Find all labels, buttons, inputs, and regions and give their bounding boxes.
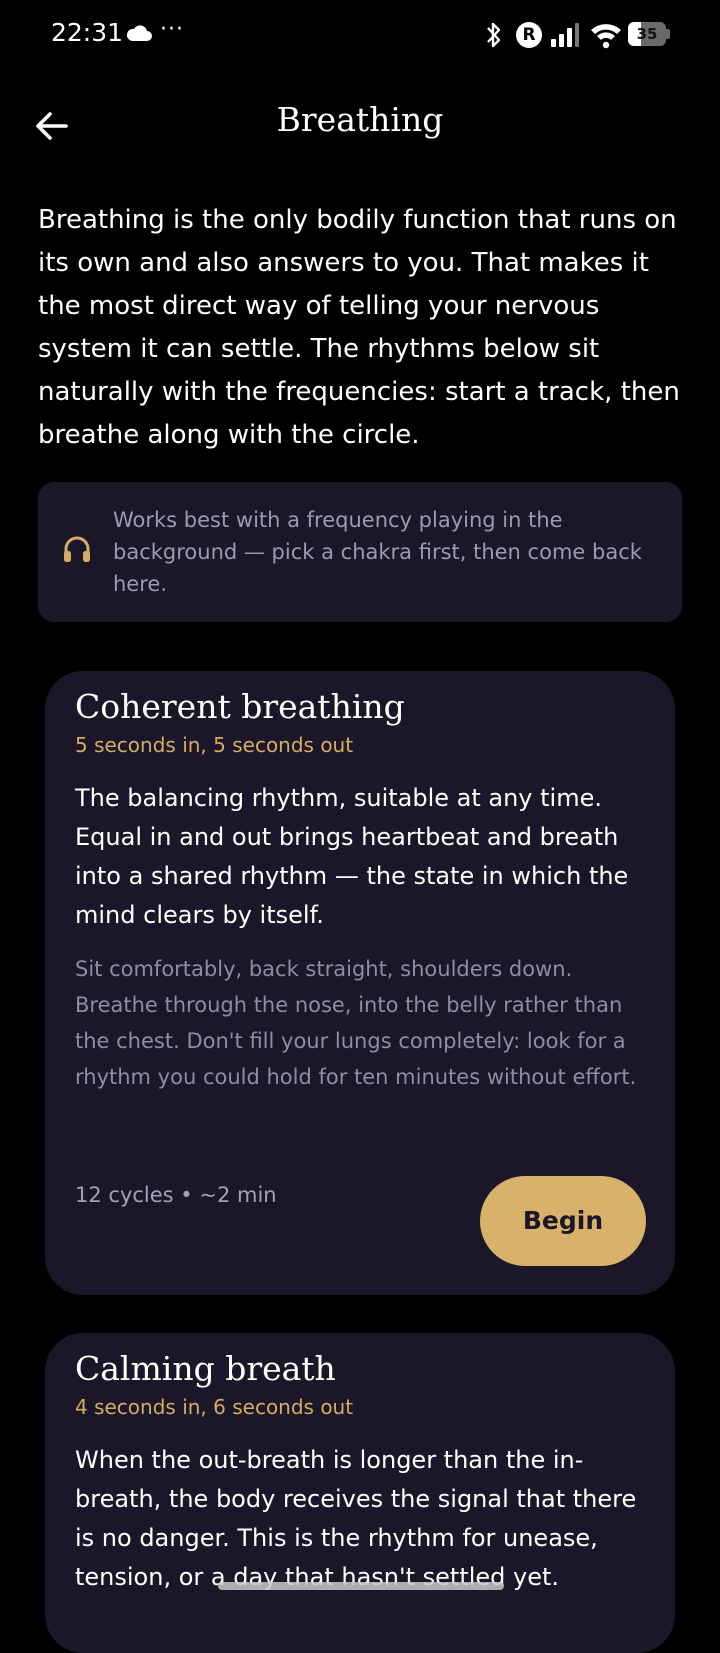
cloud-icon bbox=[126, 25, 152, 41]
hint-text: Works best with a frequency playing in t… bbox=[113, 508, 642, 596]
card-description: When the out-breath is longer than the i… bbox=[75, 1446, 637, 1591]
headphones-icon bbox=[64, 536, 90, 562]
battery-icon: 35 bbox=[628, 22, 670, 46]
begin-button[interactable]: Begin bbox=[480, 1176, 646, 1266]
signal-icon bbox=[551, 23, 579, 47]
wifi-icon bbox=[591, 24, 621, 49]
status-bar: 22:31 ··· R 35 bbox=[0, 0, 720, 72]
exercise-card-calming: Calming breath 4 seconds in, 6 seconds o… bbox=[45, 1333, 675, 1653]
more-notifications-icon: ··· bbox=[160, 17, 184, 42]
carrier-badge-icon: R bbox=[516, 22, 542, 48]
card-meta: 12 cycles • ~2 min bbox=[75, 1183, 277, 1207]
battery-level: 35 bbox=[636, 25, 658, 43]
card-title: Coherent breathing bbox=[75, 687, 405, 726]
exercise-card-coherent: Coherent breathing 5 seconds in, 5 secon… bbox=[45, 671, 675, 1295]
card-title: Calming breath bbox=[75, 1349, 336, 1388]
page-title: Breathing bbox=[276, 100, 444, 139]
card-subtitle: 5 seconds in, 5 seconds out bbox=[75, 733, 354, 757]
card-instructions: Sit comfortably, back straight, shoulder… bbox=[75, 957, 637, 1089]
intro-text: Breathing is the only bodily function th… bbox=[38, 205, 680, 450]
card-description: The balancing rhythm, suitable at any ti… bbox=[75, 784, 629, 929]
status-time: 22:31 bbox=[51, 18, 124, 47]
hint-box: Works best with a frequency playing in t… bbox=[38, 482, 682, 622]
home-indicator[interactable] bbox=[218, 1582, 504, 1590]
card-subtitle: 4 seconds in, 6 seconds out bbox=[75, 1395, 354, 1419]
bluetooth-icon bbox=[487, 22, 501, 48]
